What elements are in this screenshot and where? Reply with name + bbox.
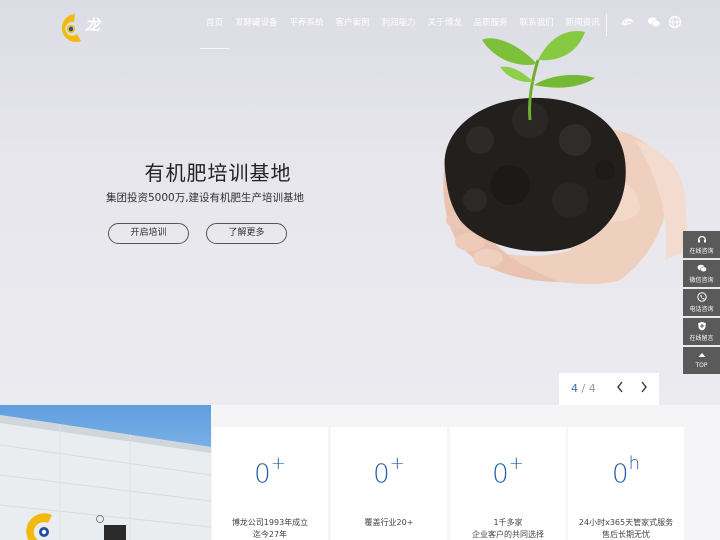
side-back-to-top[interactable]: TOP bbox=[683, 347, 720, 374]
headset-icon bbox=[697, 235, 706, 243]
side-online-consult[interactable]: 在线咨询 bbox=[683, 231, 720, 258]
stat-label: 1千多家 bbox=[493, 518, 523, 527]
stat-label: 24小时x365天管家式服务 bbox=[578, 518, 674, 527]
stat-label: 覆盖行业20+ bbox=[364, 518, 414, 527]
stat-card: 0+ 1千多家 企业客户的共同选择 bbox=[450, 427, 566, 540]
hands-soil-seedling-image bbox=[443, 30, 688, 285]
stat-card: 0+ 博龙公司1993年成立 迄今27年 bbox=[212, 427, 328, 540]
nav-fermenter[interactable]: 发酵罐设备 bbox=[229, 15, 284, 35]
stat-label: 企业客户的共同选择 bbox=[472, 530, 544, 539]
logo[interactable]: 龙 bbox=[57, 10, 109, 46]
stat-number: 0+ bbox=[373, 453, 405, 490]
hero-subtitle: 集团投资5000万,建设有机肥生产培训基地 bbox=[105, 192, 305, 204]
start-training-button[interactable]: 开启培训 bbox=[108, 223, 189, 244]
slide-counter: 4 / 4 bbox=[571, 382, 596, 395]
side-phone-consult[interactable]: 电话咨询 bbox=[683, 289, 720, 316]
chevron-left-icon bbox=[617, 381, 623, 393]
stat-number: 0+ bbox=[492, 453, 524, 490]
side-toolbar: 在线咨询 微信咨询 电话咨询 在线留言 TOP bbox=[683, 231, 720, 376]
nav-cases[interactable]: 客户案例 bbox=[330, 15, 376, 35]
stat-label: 迄今27年 bbox=[252, 530, 288, 539]
stats-section: 0+ 博龙公司1993年成立 迄今27年 0+ 覆盖行业20+ 0+ 1千多家 … bbox=[211, 405, 720, 540]
stat-card: 0h 24小时x365天管家式服务 售后长期无忧 bbox=[568, 427, 684, 540]
stat-card: 0+ 覆盖行业20+ bbox=[331, 427, 447, 540]
learn-more-button[interactable]: 了解更多 bbox=[206, 223, 287, 244]
stat-number: 0+ bbox=[254, 453, 286, 490]
svg-text:龙: 龙 bbox=[85, 16, 102, 34]
nav-profit[interactable]: 利润能力 bbox=[376, 15, 422, 35]
next-slide-button[interactable] bbox=[638, 381, 650, 395]
hero-title: 有机肥培训基地 bbox=[144, 161, 292, 185]
hero-banner: 龙 首页 发酵罐设备 平养系统 客户案例 利润能力 关于博龙 品质服务 联系我们… bbox=[0, 0, 720, 405]
nav-home[interactable]: 首页 bbox=[200, 15, 230, 49]
stat-number: 0h bbox=[612, 453, 640, 490]
phone-icon bbox=[696, 292, 707, 302]
side-leave-message[interactable]: 在线留言 bbox=[683, 318, 720, 345]
slider-control: 4 / 4 bbox=[559, 373, 659, 405]
chevron-right-icon bbox=[641, 381, 647, 393]
stat-label: 售后长期无忧 bbox=[602, 530, 650, 539]
company-building-photo bbox=[0, 405, 211, 540]
shield-icon bbox=[697, 321, 706, 331]
prev-slide-button[interactable] bbox=[614, 381, 626, 395]
wechat-icon bbox=[697, 264, 707, 272]
side-wechat-consult[interactable]: 微信咨询 bbox=[683, 260, 720, 287]
stat-label: 博龙公司1993年成立 bbox=[231, 518, 309, 527]
nav-flat-system[interactable]: 平养系统 bbox=[284, 15, 330, 35]
arrow-up-icon bbox=[698, 353, 705, 357]
